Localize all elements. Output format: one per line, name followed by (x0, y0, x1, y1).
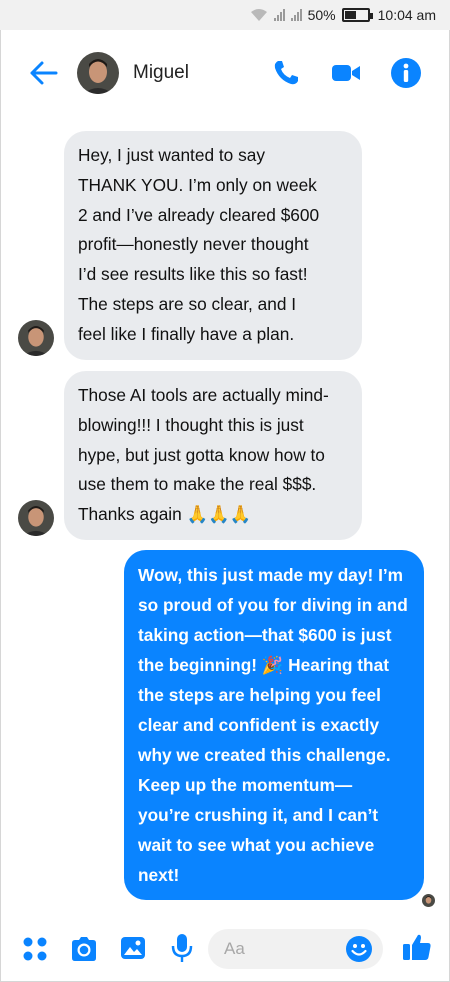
apps-grid-icon[interactable] (22, 936, 48, 962)
message-line: the beginning! 🎉 Hearing that (138, 655, 389, 675)
avatar[interactable] (77, 52, 119, 94)
message-line: wait to see what you achieve (138, 835, 375, 855)
message-input-placeholder: Aa (224, 939, 245, 958)
info-icon[interactable] (390, 57, 422, 89)
status-bar: 50% 10:04 am (0, 0, 450, 30)
back-arrow-icon[interactable] (28, 60, 58, 86)
signal-icon-2 (290, 9, 302, 21)
message-composer: Aa (0, 918, 450, 982)
message-line: you’re crushing it, and I can’t (138, 805, 379, 825)
emoji-icon[interactable] (345, 935, 373, 963)
avatar-photo (18, 320, 54, 356)
avatar-photo (77, 52, 119, 94)
message-line: Keep up the momentum— (138, 775, 353, 795)
message-line: The steps are so clear, and I (78, 293, 297, 314)
phone-icon[interactable] (270, 57, 302, 89)
battery-icon (341, 8, 373, 22)
signal-icon (273, 9, 285, 21)
message-bubble-incoming-1[interactable]: Hey, I just wanted to say THANK YOU. I’m… (64, 131, 362, 360)
message-line: Thanks again 🙏🙏🙏 (78, 504, 252, 525)
camera-icon[interactable] (69, 934, 99, 964)
gallery-icon[interactable] (119, 934, 147, 962)
message-line: feel like I finally have a plan. (78, 323, 295, 344)
message-line: clear and confident is exactly (138, 715, 380, 735)
message-line: Those AI tools are actually mind- (78, 385, 329, 405)
microphone-icon[interactable] (171, 932, 193, 964)
sender-avatar[interactable] (18, 320, 54, 356)
chat-header: Miguel (0, 30, 450, 116)
message-line: why we created this challenge. (138, 745, 391, 765)
message-line: taking action—that $600 is just (138, 625, 392, 645)
message-line: the steps are helping you feel (138, 685, 381, 705)
battery-percent: 50% (307, 7, 336, 23)
clock: 10:04 am (377, 7, 436, 23)
message-line: so proud of you for diving in and (138, 595, 408, 615)
sender-avatar[interactable] (18, 500, 54, 536)
message-line: Hey, I just wanted to say (78, 145, 265, 165)
message-line: Wow, this just made my day! I’m (138, 565, 404, 585)
message-line: THANK YOU. I’m only on week (78, 174, 317, 195)
message-line: next! (138, 865, 180, 885)
message-line: 2 and I’ve already cleared $600 (78, 204, 320, 225)
message-line: profit—honestly never thought (78, 234, 309, 255)
message-line: hype, but just gotta know how to (78, 444, 325, 465)
message-input[interactable]: Aa (208, 929, 383, 969)
message-bubble-incoming-2[interactable]: Those AI tools are actually mind- blowin… (64, 371, 362, 540)
message-line: I’d see results like this so fast! (78, 264, 308, 285)
message-line: blowing!!! I thought this is just (78, 414, 304, 435)
wifi-icon (250, 9, 267, 21)
contact-name[interactable]: Miguel (133, 62, 189, 84)
avatar-photo (18, 500, 54, 536)
message-bubble-outgoing[interactable]: Wow, this just made my day! I’m so proud… (124, 550, 424, 900)
message-line: use them to make the real $$$. (78, 474, 317, 495)
seen-indicator-avatar (422, 894, 435, 907)
video-camera-icon[interactable] (330, 57, 362, 89)
thumbs-up-icon[interactable] (401, 931, 433, 963)
